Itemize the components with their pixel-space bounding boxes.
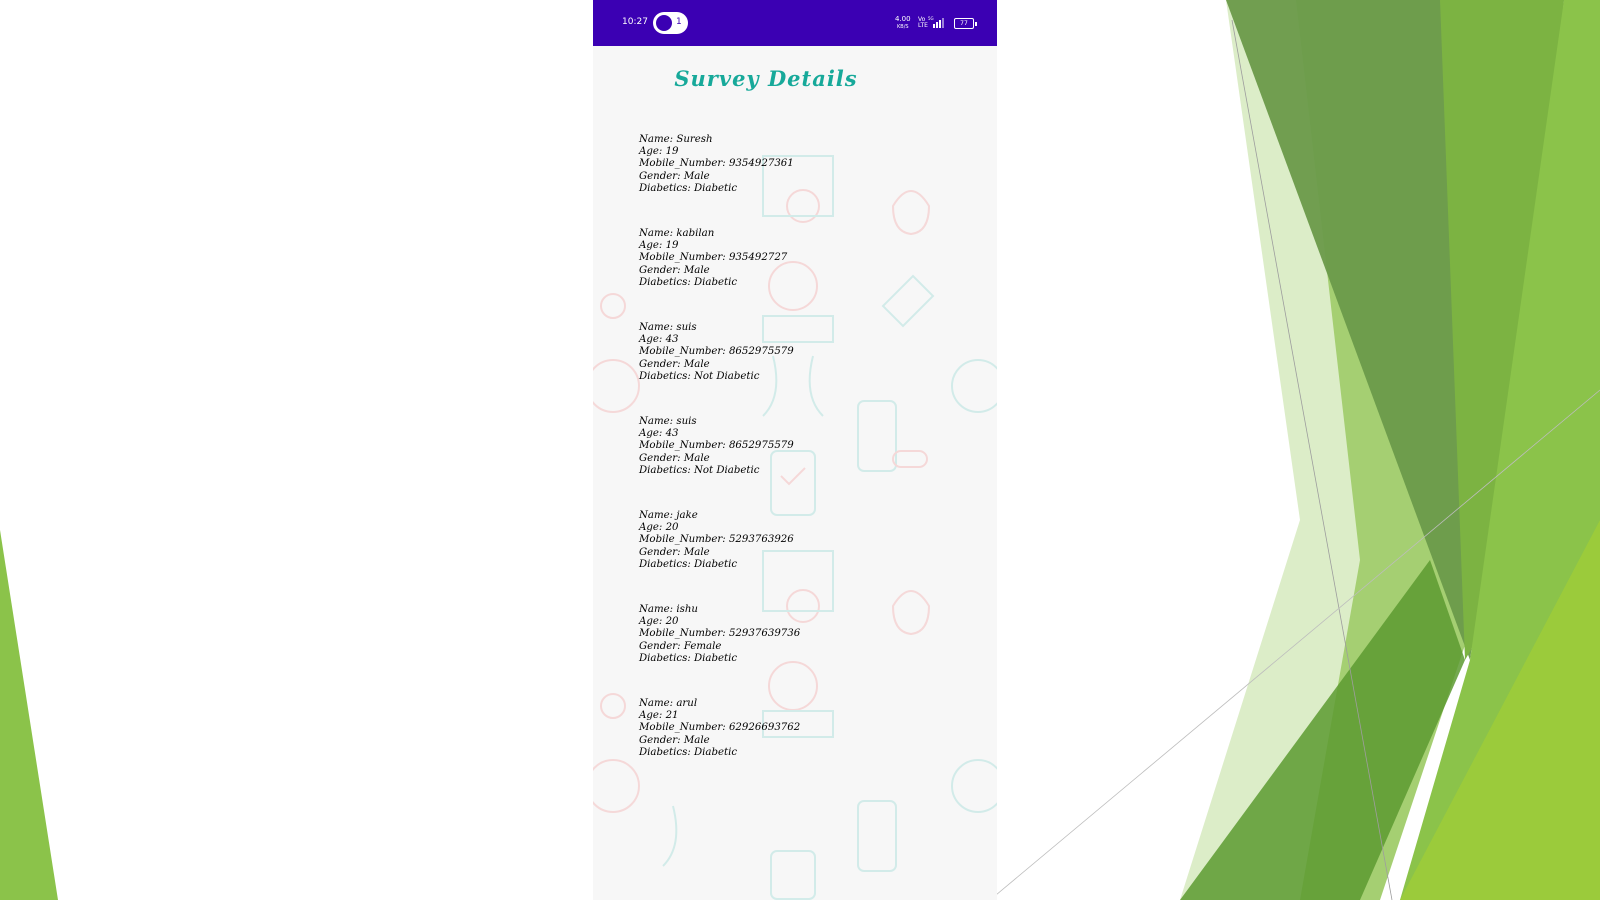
notification-pill[interactable]: 1 xyxy=(653,12,688,34)
record-diabetics: Diabetics: Diabetic xyxy=(639,746,738,758)
record-age: Age: 20 xyxy=(639,616,679,628)
record-gender: Gender: Male xyxy=(639,452,710,464)
record-name: Name: suis xyxy=(639,322,697,333)
record-mobile: Mobile_Number: 62926693762 xyxy=(639,722,801,734)
survey-record: Name: suis Age: 43 Mobile_Number: 865297… xyxy=(639,416,939,477)
record-diabetics: Diabetics: Not Diabetic xyxy=(639,464,760,476)
survey-record: Name: kabilan Age: 19 Mobile_Number: 935… xyxy=(639,228,939,289)
record-mobile: Mobile_Number: 52937639736 xyxy=(639,628,801,640)
battery-icon: 77 xyxy=(954,18,977,29)
user-icon xyxy=(656,15,672,31)
record-diabetics: Diabetics: Not Diabetic xyxy=(639,370,760,382)
signal-icon: 5G xyxy=(928,16,944,28)
record-gender: Gender: Male xyxy=(639,264,710,276)
record-gender: Gender: Male xyxy=(639,358,710,370)
network-label: Vo LTE xyxy=(918,17,928,29)
record-name: Name: kabilan xyxy=(639,228,715,239)
record-mobile: Mobile_Number: 8652975579 xyxy=(639,440,794,452)
record-mobile: Mobile_Number: 935492727 xyxy=(639,252,788,264)
record-mobile: Mobile_Number: 8652975579 xyxy=(639,346,794,358)
survey-record: Name: jake Age: 20 Mobile_Number: 529376… xyxy=(639,510,939,571)
record-name: Name: ishu xyxy=(639,604,698,615)
record-age: Age: 20 xyxy=(639,522,679,534)
phone-screen: 10:27 1 4.00 KB/S Vo LTE 5G 77 Survey De… xyxy=(593,0,997,900)
notification-count: 1 xyxy=(676,17,682,27)
left-green-shape xyxy=(0,530,58,900)
survey-record: Name: suis Age: 43 Mobile_Number: 865297… xyxy=(639,322,939,383)
battery-level: 77 xyxy=(960,20,968,27)
page-title: Survey Details xyxy=(674,66,858,91)
record-age: Age: 43 xyxy=(639,334,679,346)
record-gender: Gender: Male xyxy=(639,546,710,558)
record-age: Age: 21 xyxy=(639,710,679,722)
record-gender: Gender: Male xyxy=(639,734,710,746)
survey-record: Name: Suresh Age: 19 Mobile_Number: 9354… xyxy=(639,134,939,195)
record-age: Age: 19 xyxy=(639,146,679,158)
network-type: 5G xyxy=(928,16,934,21)
status-bar: 10:27 1 4.00 KB/S Vo LTE 5G 77 xyxy=(593,0,997,46)
record-mobile: Mobile_Number: 9354927361 xyxy=(639,158,794,170)
network-speed-unit: KB/S xyxy=(897,24,909,30)
record-diabetics: Diabetics: Diabetic xyxy=(639,652,738,664)
record-name: Name: suis xyxy=(639,416,697,427)
record-name: Name: jake xyxy=(639,510,698,521)
lte-label: LTE xyxy=(918,22,928,29)
status-time: 10:27 xyxy=(622,17,648,27)
record-diabetics: Diabetics: Diabetic xyxy=(639,276,738,288)
survey-record: Name: ishu Age: 20 Mobile_Number: 529376… xyxy=(639,604,939,665)
record-name: Name: Suresh xyxy=(639,134,713,145)
record-age: Age: 43 xyxy=(639,428,679,440)
record-diabetics: Diabetics: Diabetic xyxy=(639,182,738,194)
record-gender: Gender: Male xyxy=(639,170,710,182)
record-age: Age: 19 xyxy=(639,240,679,252)
record-name: Name: arul xyxy=(639,698,698,709)
record-mobile: Mobile_Number: 5293763926 xyxy=(639,534,794,546)
network-speed-value: 4.00 xyxy=(895,15,911,23)
network-speed: 4.00 KB/S xyxy=(895,16,911,31)
record-gender: Gender: Female xyxy=(639,640,722,652)
survey-record: Name: arul Age: 21 Mobile_Number: 629266… xyxy=(639,698,939,759)
record-diabetics: Diabetics: Diabetic xyxy=(639,558,738,570)
